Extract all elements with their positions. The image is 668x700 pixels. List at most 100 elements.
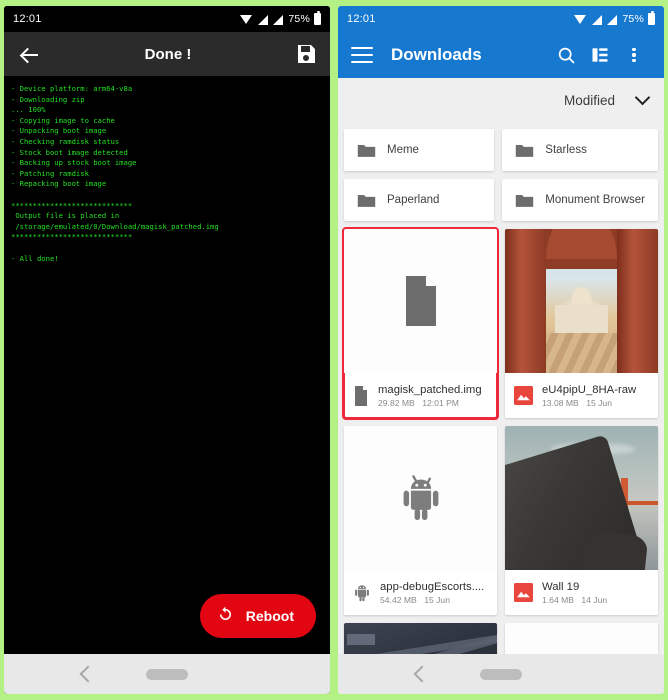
file-size: 29.82 MB — [378, 397, 415, 408]
signal-icon — [591, 14, 603, 25]
file-text-block: Wall 19 1.64 MB 14 Jun — [542, 581, 607, 605]
file-card[interactable]: app-debugEscorts.... 54.42 MB 15 Jun — [344, 426, 497, 615]
console-line: Output file is placed in — [11, 211, 120, 221]
file-subtitle: 29.82 MB 12:01 PM — [378, 398, 482, 408]
folder-icon — [357, 193, 376, 208]
file-size: 13.08 MB — [542, 397, 579, 408]
folder-label: Monument Browser — [545, 194, 645, 206]
file-text-block: app-debugEscorts.... 54.42 MB 15 Jun — [380, 581, 484, 605]
nav-back-icon[interactable] — [79, 665, 97, 683]
status-time: 12:01 — [347, 13, 376, 25]
signal-icon — [606, 14, 618, 25]
folder-item[interactable]: Meme — [344, 129, 495, 171]
file-text-block: magisk_patched.img 29.82 MB 12:01 PM — [378, 384, 482, 408]
home-pill-indicator[interactable] — [146, 668, 188, 680]
magisk-toolbar: Done ! — [4, 32, 330, 76]
console-line: - Device platform: arm64-v8a — [11, 84, 133, 93]
folder-icon — [515, 143, 534, 158]
overflow-menu-icon[interactable] — [617, 38, 651, 72]
signal-icon — [272, 14, 284, 25]
battery-icon — [648, 11, 655, 25]
reboot-icon — [216, 605, 235, 627]
wifi-icon — [574, 14, 587, 24]
file-size: 54.42 MB — [380, 594, 417, 605]
document-icon — [353, 385, 369, 406]
file-name: Wall 19 — [542, 580, 580, 593]
left-navigation-bar — [4, 654, 330, 694]
wifi-icon — [240, 14, 253, 24]
file-text-block: eU4pipU_8HA-raw 13.08 MB 15 Jun — [542, 384, 636, 408]
status-icon-group: 75% — [574, 11, 655, 25]
file-meta: magisk_patched.img 29.82 MB 12:01 PM — [344, 373, 497, 418]
status-time: 12:01 — [13, 13, 42, 25]
file-meta: app-debugEscorts.... 54.42 MB 15 Jun — [344, 570, 497, 615]
file-date: 14 Jun — [581, 594, 608, 605]
app-title: Downloads — [391, 45, 482, 64]
file-card-selected[interactable]: magisk_patched.img 29.82 MB 12:01 PM — [342, 227, 499, 420]
battery-percent: 75% — [622, 13, 644, 25]
home-pill-indicator[interactable] — [480, 668, 522, 680]
save-icon[interactable] — [294, 42, 318, 66]
right-navigation-bar — [338, 654, 664, 694]
console-line: - Copying image to cache — [11, 115, 115, 125]
folder-item[interactable]: Monument Browser — [502, 179, 658, 221]
list-view-icon[interactable] — [583, 38, 617, 72]
right-status-bar: 12:01 75% — [338, 6, 664, 32]
back-arrow-icon[interactable] — [16, 41, 42, 67]
file-name: app-debugEscorts.... — [380, 580, 485, 593]
sort-mode-label[interactable]: Modified — [564, 93, 615, 108]
file-card[interactable]: Wall 19 1.64 MB 14 Jun — [505, 426, 658, 615]
console-line: - All done! — [11, 253, 59, 263]
console-line: - Stock boot image detected — [11, 147, 128, 157]
file-name: magisk_patched.img — [378, 383, 482, 396]
android-apk-icon — [353, 583, 371, 602]
magisk-console-output: - Device platform: arm64-v8a - Downloadin… — [4, 76, 330, 650]
left-status-bar: 12:01 75% — [4, 6, 330, 32]
folder-item[interactable]: Starless — [502, 129, 658, 171]
search-icon[interactable] — [549, 38, 583, 72]
console-line: /storage/emulated/0/Download/magisk_patc… — [11, 221, 219, 231]
document-icon — [401, 276, 441, 326]
reboot-button-label: Reboot — [245, 608, 294, 624]
android-robot-icon — [399, 474, 443, 522]
file-thumbnail-photo — [505, 426, 658, 570]
console-line: ... 100% — [11, 105, 46, 115]
console-line: - Unpacking boot image — [11, 126, 107, 136]
file-grid: magisk_patched.img 29.82 MB 12:01 PM eU4… — [342, 227, 658, 680]
screenshot-stage: 12:01 75% Done ! - Device platform: arm6… — [0, 0, 668, 700]
folder-label: Meme — [387, 144, 419, 156]
photo-golden-gate — [505, 426, 658, 570]
page-title: Done ! — [144, 45, 192, 63]
file-subtitle: 13.08 MB 15 Jun — [542, 398, 636, 408]
sort-bar: Modified — [338, 78, 664, 122]
console-line: - Backing up stock boot image — [11, 158, 137, 168]
folder-icon — [357, 143, 376, 158]
nav-back-icon[interactable] — [413, 665, 431, 683]
file-thumbnail-apk — [344, 426, 497, 570]
console-line: - Downloading zip — [11, 94, 85, 104]
file-meta: eU4pipU_8HA-raw 13.08 MB 15 Jun — [505, 373, 658, 418]
folder-label: Starless — [545, 144, 587, 156]
console-line: - Checking ramdisk status — [11, 136, 120, 146]
file-name: eU4pipU_8HA-raw — [542, 383, 637, 396]
chevron-down-icon[interactable] — [634, 89, 651, 106]
right-phone-panel: 12:01 75% Downloads Modified Meme Starle… — [338, 6, 664, 694]
file-card[interactable]: eU4pipU_8HA-raw 13.08 MB 15 Jun — [505, 229, 658, 418]
file-grid-body: Meme Starless Paperland Monument Browser… — [338, 122, 664, 680]
signal-icon — [257, 14, 269, 25]
folder-icon — [515, 193, 534, 208]
folder-item[interactable]: Paperland — [344, 179, 495, 221]
console-line: **************************** — [11, 200, 133, 210]
file-manager-toolbar: Downloads — [338, 32, 664, 78]
folder-label: Paperland — [387, 194, 440, 206]
folder-grid: Meme Starless Paperland Monument Browser — [344, 129, 658, 221]
image-icon — [514, 386, 533, 405]
battery-icon — [314, 11, 321, 25]
console-line: - Repacking boot image — [11, 179, 107, 189]
hamburger-menu-icon[interactable] — [351, 47, 373, 63]
reboot-button[interactable]: Reboot — [199, 594, 316, 638]
file-thumbnail-photo — [505, 229, 658, 373]
file-thumbnail-document — [344, 229, 497, 373]
